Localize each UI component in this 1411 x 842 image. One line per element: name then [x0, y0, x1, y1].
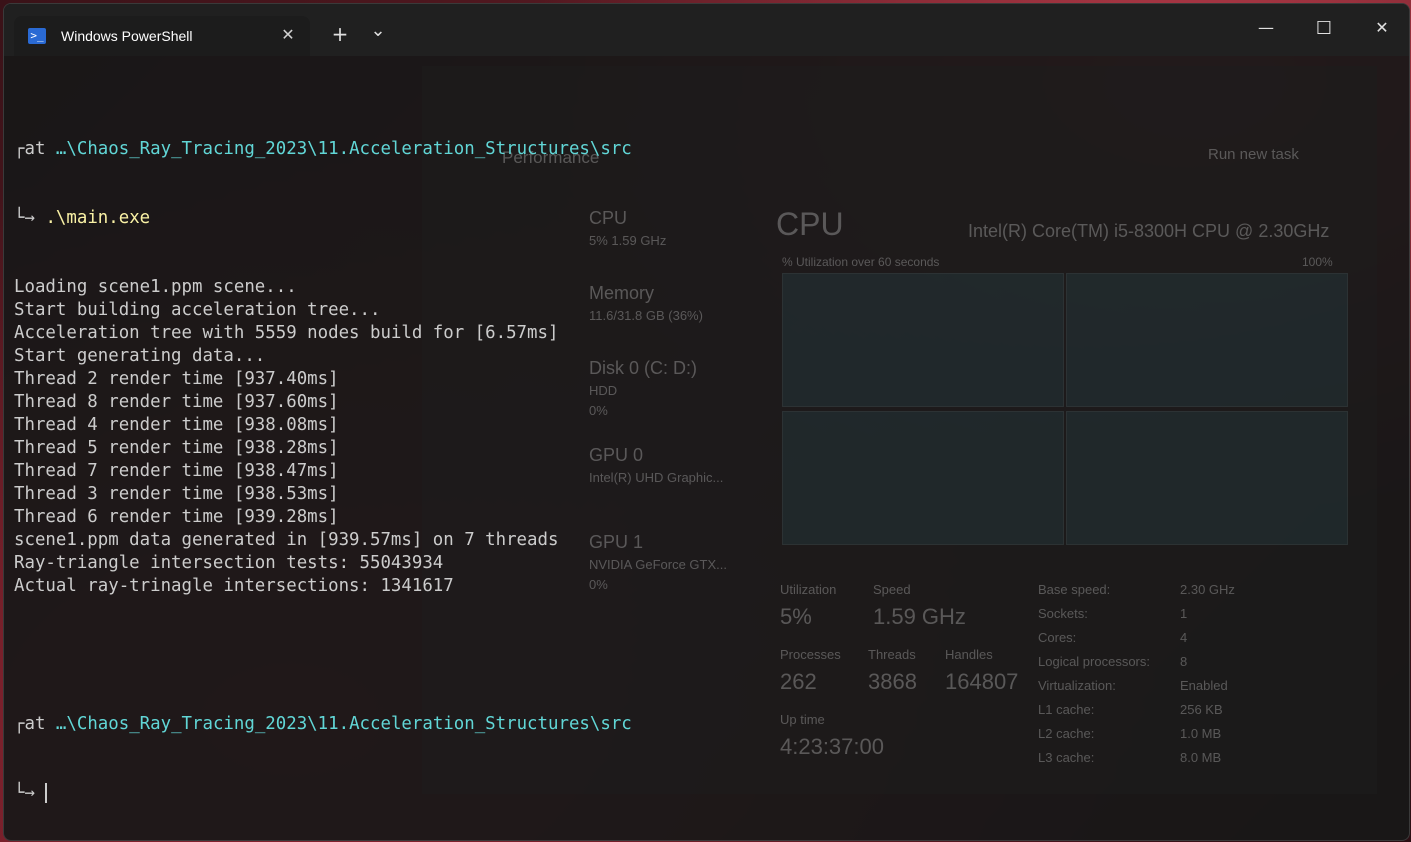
cpu-graph-1	[782, 273, 1064, 407]
output-line: Thread 7 render time [938.47ms]	[14, 461, 339, 481]
spec-value: Enabled	[1180, 678, 1228, 693]
new-tab-button[interactable]: +	[328, 22, 352, 46]
stat-speed-label: Speed	[873, 582, 911, 597]
text-cursor	[45, 783, 48, 803]
run-new-task: Run new task	[1208, 146, 1299, 163]
prompt-arrow: └→	[14, 208, 35, 228]
cpu-graph-2	[1066, 273, 1348, 407]
spec-value: 4	[1180, 630, 1188, 645]
output-line: scene1.ppm data generated in [939.57ms] …	[14, 530, 559, 550]
cpu-graph-3	[782, 411, 1064, 545]
prompt-prefix: at	[24, 139, 56, 159]
stat-speed: 1.59 GHz	[873, 604, 966, 629]
output-line: Actual ray-trinagle intersections: 13416…	[14, 576, 454, 596]
output-line: Acceleration tree with 5559 nodes build …	[14, 323, 559, 343]
spec-label: L3 cache:	[1038, 750, 1095, 765]
cpu-header: CPU	[776, 206, 844, 242]
output-line: Thread 8 render time [937.60ms]	[14, 392, 339, 412]
output-line: Thread 3 render time [938.53ms]	[14, 484, 339, 504]
stat-processes: 262	[780, 669, 817, 694]
output-line: Ray-triangle intersection tests: 5504393…	[14, 553, 444, 573]
stat-uptime-label: Up time	[780, 712, 825, 727]
stat-processes-label: Processes	[780, 647, 841, 662]
spec-label: Cores:	[1038, 630, 1077, 645]
spec-label: L2 cache:	[1038, 726, 1095, 741]
spec-value: 2.30 GHz	[1180, 582, 1235, 597]
cpu-graph-4	[1066, 411, 1348, 545]
stat-threads-label: Threads	[868, 647, 916, 662]
stat-utilization-label: Utilization	[780, 582, 837, 597]
spec-label: Logical processors:	[1038, 654, 1150, 669]
prompt-corner-2: ┌	[14, 714, 25, 734]
tab-title: Windows PowerShell	[61, 28, 193, 44]
spec-value: 8	[1180, 654, 1188, 669]
spec-value: 1.0 MB	[1180, 726, 1222, 741]
program-output: Loading scene1.ppm scene... Start buildin…	[14, 276, 632, 598]
stat-handles: 164807	[945, 669, 1019, 694]
util-caption: % Utilization over 60 seconds	[782, 255, 940, 269]
powershell-icon: >_	[28, 28, 46, 44]
terminal-output[interactable]: ┌at …\Chaos_Ray_Tracing_2023\11.Accelera…	[14, 92, 632, 840]
input-line[interactable]: └→	[14, 782, 632, 805]
command-line: └→ .\main.exe	[14, 207, 632, 230]
tab-powershell[interactable]: >_ Windows PowerShell ✕	[14, 16, 310, 56]
output-line: Thread 2 render time [937.40ms]	[14, 369, 339, 389]
spec-label: Base speed:	[1038, 582, 1111, 597]
output-line: Loading scene1.ppm scene...	[14, 277, 297, 297]
spec-label: Sockets:	[1038, 606, 1088, 621]
spec-value: 1	[1180, 606, 1188, 621]
spec-label: L1 cache:	[1038, 702, 1095, 717]
chevron-down-icon[interactable]: ⌄	[366, 20, 390, 41]
prompt-line: ┌at …\Chaos_Ray_Tracing_2023\11.Accelera…	[14, 138, 632, 161]
close-window-button[interactable]: ✕	[1362, 18, 1402, 37]
command-text: .\main.exe	[45, 208, 151, 228]
output-line: Thread 6 render time [939.28ms]	[14, 507, 339, 527]
maximize-button[interactable]: ☐	[1304, 18, 1344, 39]
prompt-corner: ┌	[14, 139, 25, 159]
output-line: Start generating data...	[14, 346, 266, 366]
prompt-path: …\Chaos_Ray_Tracing_2023\11.Acceleration…	[55, 139, 632, 159]
output-line: Thread 4 render time [938.08ms]	[14, 415, 339, 435]
title-bar[interactable]: >_ Windows PowerShell ✕ + ⌄ — ☐ ✕	[4, 4, 1409, 56]
spec-label: Virtualization:	[1038, 678, 1116, 693]
minimize-button[interactable]: —	[1246, 18, 1286, 37]
stat-handles-label: Handles	[945, 647, 993, 662]
prompt-path-2: …\Chaos_Ray_Tracing_2023\11.Acceleration…	[55, 714, 632, 734]
stat-utilization: 5%	[780, 604, 812, 629]
spec-value: 8.0 MB	[1180, 750, 1222, 765]
spec-value: 256 KB	[1180, 702, 1223, 717]
cpu-model: Intel(R) Core(TM) i5-8300H CPU @ 2.30GHz	[968, 221, 1330, 241]
prompt-arrow-2: └→	[14, 783, 35, 803]
terminal-window: >_ Windows PowerShell ✕ + ⌄ — ☐ ✕ Perfor…	[3, 3, 1410, 841]
close-tab-icon[interactable]: ✕	[278, 25, 298, 44]
stat-threads: 3868	[868, 669, 917, 694]
prompt-prefix-2: at	[24, 714, 56, 734]
output-line: Start building acceleration tree...	[14, 300, 381, 320]
prompt-line-2: ┌at …\Chaos_Ray_Tracing_2023\11.Accelera…	[14, 713, 632, 736]
stat-uptime: 4:23:37:00	[780, 734, 884, 759]
util-max: 100%	[1302, 255, 1333, 269]
output-line: Thread 5 render time [938.28ms]	[14, 438, 339, 458]
